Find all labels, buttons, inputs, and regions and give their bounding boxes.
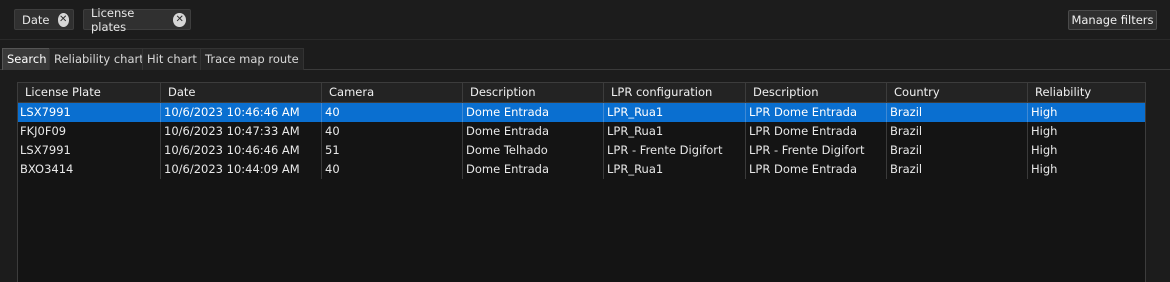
tab-bar: Search Reliability chart Hit chart Trace… — [0, 48, 1170, 70]
column-header-license-plate[interactable]: License Plate — [18, 83, 161, 103]
cell-description: Dome Entrada — [463, 103, 604, 122]
tab-trace-map-route[interactable]: Trace map route — [200, 48, 304, 70]
cell-camera: 40 — [322, 160, 463, 179]
column-header-date[interactable]: Date — [161, 83, 322, 103]
cell-description: Dome Entrada — [463, 122, 604, 141]
cell-date: 10/6/2023 10:47:33 AM — [161, 122, 322, 141]
cell-license-plate: BXO3414 — [18, 160, 161, 179]
cell-lpr-description: LPR Dome Entrada — [746, 122, 887, 141]
table-row[interactable]: BXO3414 10/6/2023 10:44:09 AM 40 Dome En… — [18, 160, 1145, 179]
cell-date: 10/6/2023 10:46:46 AM — [161, 141, 322, 160]
filter-chip-date[interactable]: Date ✕ — [14, 9, 74, 30]
tab-search[interactable]: Search — [2, 48, 52, 70]
cell-lpr-configuration: LPR_Rua1 — [604, 103, 746, 122]
tab-hit-chart[interactable]: Hit chart — [142, 48, 202, 70]
column-header-description[interactable]: Description — [463, 83, 604, 103]
cell-license-plate: LSX7991 — [18, 103, 161, 122]
cell-reliability: High — [1031, 105, 1058, 119]
table-row[interactable]: LSX7991 10/6/2023 10:46:46 AM 40 Dome En… — [18, 103, 1145, 122]
manage-filters-button[interactable]: Manage filters — [1068, 10, 1157, 30]
table-row[interactable]: FKJ0F09 10/6/2023 10:47:33 AM 40 Dome En… — [18, 122, 1145, 141]
filter-chip-label: Date — [22, 12, 50, 27]
cell-country: Brazil — [887, 122, 1028, 141]
cell-camera: 40 — [322, 122, 463, 141]
cell-camera: 40 — [322, 103, 463, 122]
column-header-country[interactable]: Country — [887, 83, 1028, 103]
table-row[interactable]: LSX7991 10/6/2023 10:46:46 AM 51 Dome Te… — [18, 141, 1145, 160]
cell-description: Dome Telhado — [463, 141, 604, 160]
cell-description: Dome Entrada — [463, 160, 604, 179]
cell-lpr-description: LPR Dome Entrada — [746, 160, 887, 179]
column-header-lpr-configuration[interactable]: LPR configuration — [604, 83, 746, 103]
close-circle-icon[interactable]: ✕ — [57, 12, 69, 27]
cell-lpr-configuration: LPR_Rua1 — [604, 160, 746, 179]
cell-reliability: High — [1031, 124, 1058, 138]
column-header-camera[interactable]: Camera — [322, 83, 463, 103]
column-header-reliability[interactable]: Reliability — [1028, 83, 1145, 103]
cell-camera: 51 — [322, 141, 463, 160]
cell-lpr-description: LPR - Frente Digifort — [746, 141, 887, 160]
cell-lpr-configuration: LPR_Rua1 — [604, 122, 746, 141]
filter-chip-license-plates[interactable]: License plates ✕ — [83, 6, 191, 34]
cell-license-plate: FKJ0F09 — [18, 122, 161, 141]
filter-chip-label: License plates — [91, 5, 135, 34]
cell-license-plate: LSX7991 — [18, 141, 161, 160]
cell-lpr-description: LPR Dome Entrada — [746, 103, 887, 122]
cell-date: 10/6/2023 10:46:46 AM — [161, 103, 322, 122]
cell-lpr-configuration: LPR - Frente Digifort — [604, 141, 746, 160]
table-header: License Plate Date Camera Description LP… — [18, 83, 1145, 103]
cell-reliability: High — [1031, 162, 1058, 176]
cell-country: Brazil — [887, 160, 1028, 179]
column-header-lpr-description[interactable]: Description — [746, 83, 887, 103]
close-circle-icon[interactable]: ✕ — [173, 12, 186, 27]
cell-reliability: High — [1031, 143, 1058, 157]
tab-reliability-chart[interactable]: Reliability chart — [49, 48, 149, 70]
cell-country: Brazil — [887, 141, 1028, 160]
cell-country: Brazil — [887, 103, 1028, 122]
filter-bar: Date ✕ License plates ✕ Manage filters — [0, 0, 1170, 40]
cell-date: 10/6/2023 10:44:09 AM — [161, 160, 322, 179]
results-table: License Plate Date Camera Description LP… — [17, 82, 1146, 282]
